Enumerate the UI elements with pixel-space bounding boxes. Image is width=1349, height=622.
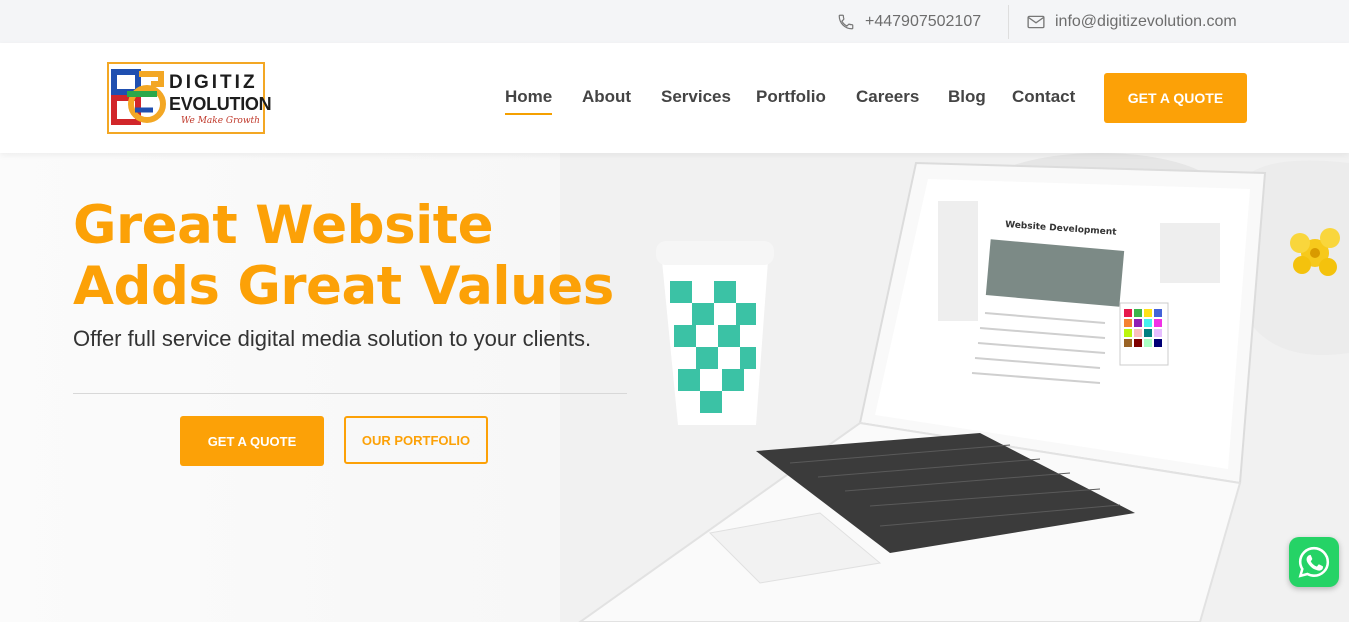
logo-tagline: We Make Growth bbox=[181, 116, 260, 126]
whatsapp-button[interactable] bbox=[1289, 537, 1339, 587]
nav-portfolio[interactable]: Portfolio bbox=[756, 87, 826, 107]
whatsapp-icon bbox=[1298, 546, 1330, 578]
phone-number: +447907502107 bbox=[865, 12, 982, 30]
nav-contact[interactable]: Contact bbox=[1012, 87, 1075, 107]
topbar-divider bbox=[1008, 5, 1009, 39]
logo-text-line2: EVOLUTION bbox=[169, 94, 272, 114]
hero-laptop-image: Website Development bbox=[560, 153, 1349, 622]
nav-services[interactable]: Services bbox=[661, 87, 731, 107]
email-link[interactable]: info@digitizevolution.com bbox=[1026, 0, 1237, 43]
nav-home[interactable]: Home bbox=[505, 87, 553, 115]
envelope-icon bbox=[1026, 12, 1046, 32]
hero-section: Website Development Great Website Adds G… bbox=[0, 153, 1349, 622]
nav-about[interactable]: About bbox=[582, 87, 631, 107]
top-contact-bar: +447907502107 info@digitizevolution.com bbox=[0, 0, 1349, 43]
email-address: info@digitizevolution.com bbox=[1055, 12, 1237, 30]
phone-icon bbox=[836, 12, 856, 32]
site-header: DIGITIZ EVOLUTION We Make Growth Home Ab… bbox=[0, 43, 1349, 153]
logo-text-line1: DIGITIZ bbox=[169, 72, 258, 93]
hero-title-line2: Adds Great Values bbox=[73, 256, 614, 317]
hero-title-line1: Great Website bbox=[73, 195, 494, 256]
phone-link[interactable]: +447907502107 bbox=[836, 0, 981, 43]
hero-title: Great Website Adds Great Values bbox=[73, 195, 614, 317]
nav-blog[interactable]: Blog bbox=[948, 87, 986, 107]
nav-careers[interactable]: Careers bbox=[856, 87, 919, 107]
site-logo[interactable]: DIGITIZ EVOLUTION We Make Growth bbox=[107, 62, 272, 134]
logo-mark-icon bbox=[111, 69, 166, 125]
hero-get-quote-button[interactable]: GET A QUOTE bbox=[180, 416, 324, 466]
hero-divider bbox=[73, 393, 627, 394]
hero-portfolio-button[interactable]: OUR PORTFOLIO bbox=[344, 416, 488, 464]
header-get-quote-button[interactable]: GET A QUOTE bbox=[1104, 73, 1247, 123]
hero-subtitle: Offer full service digital media solutio… bbox=[73, 326, 592, 351]
